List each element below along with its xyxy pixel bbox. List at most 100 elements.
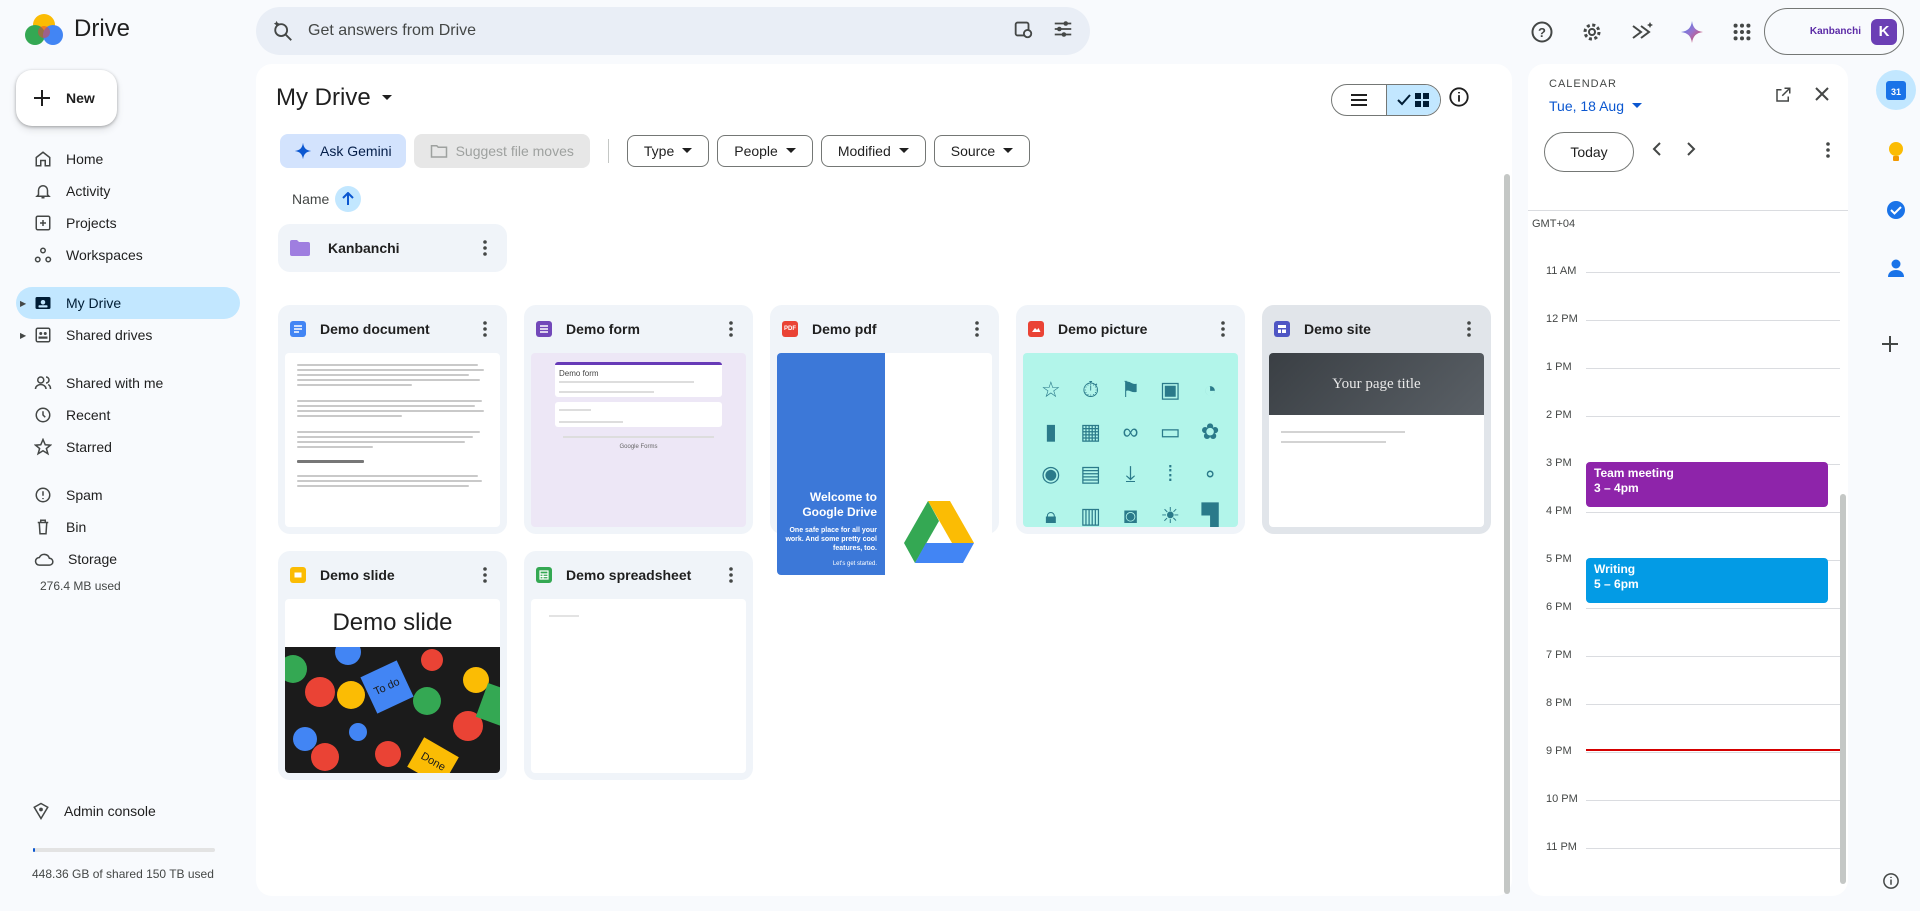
suggest-file-moves-button[interactable]: Suggest file moves: [413, 134, 590, 168]
hour-gridline: [1586, 800, 1840, 801]
close-icon[interactable]: [1814, 86, 1830, 109]
more-vert-icon[interactable]: [475, 321, 495, 337]
expand-caret-icon[interactable]: ▶: [20, 299, 26, 308]
calendar-app-icon[interactable]: 31: [1876, 70, 1916, 110]
tasks-app-icon[interactable]: [1880, 194, 1912, 226]
sidebar-item-shared-with-me[interactable]: Shared with me: [16, 367, 240, 399]
more-vert-icon[interactable]: [1826, 142, 1830, 163]
calendar-scrollbar[interactable]: [1840, 494, 1846, 884]
expand-caret-icon[interactable]: ▶: [20, 331, 26, 340]
more-vert-icon[interactable]: [475, 567, 495, 583]
sidebar-item-storage[interactable]: Storage: [16, 543, 240, 575]
file-thumbnail: ☆ ⏱ ⚑ ▣ ◔ ▮ ▦ ∞ ▭ ✿ ◉ ▤ ⤓ ⁞ ∘ 🔒︎ ▥ ◙ ☀ ▜: [1023, 353, 1238, 527]
ask-gemini-button[interactable]: Ask Gemini: [280, 134, 406, 168]
new-button[interactable]: New: [16, 70, 117, 126]
drive-logo-icon: [25, 14, 63, 45]
palette-icon: ✿: [1200, 419, 1220, 444]
file-name: Demo site: [1304, 321, 1371, 337]
chevron-left-icon[interactable]: [1652, 142, 1662, 161]
star-outline-icon: ☆: [1041, 377, 1061, 402]
search-settings-icon[interactable]: [1012, 18, 1034, 45]
hour-gridline: [1586, 320, 1840, 321]
view-toggle[interactable]: [1331, 84, 1441, 116]
contacts-app-icon[interactable]: [1880, 252, 1912, 284]
account-button[interactable]: Kanbanchi K: [1764, 8, 1904, 55]
filter-people[interactable]: People: [717, 135, 813, 167]
search-input[interactable]: [308, 22, 1012, 40]
main-scrollbar[interactable]: [1504, 174, 1510, 894]
download-icon: ⤓: [1125, 461, 1136, 486]
grid-dots-icon: ⁞: [1167, 461, 1174, 486]
side-panel-info-icon[interactable]: [1882, 872, 1900, 895]
folder-item[interactable]: Kanbanchi: [278, 224, 507, 272]
open-in-new-icon[interactable]: [1774, 86, 1792, 109]
sidebar-item-projects[interactable]: Projects: [16, 207, 240, 239]
file-card-site[interactable]: Demo site Your page title: [1262, 305, 1491, 534]
hour-label: 4 PM: [1546, 505, 1572, 517]
account-circle-icon: ◉: [1041, 461, 1061, 486]
file-name: Demo picture: [1058, 321, 1148, 337]
more-vert-icon[interactable]: [475, 240, 495, 256]
sidebar-item-spam[interactable]: Spam: [16, 479, 240, 511]
hour-gridline: [1586, 272, 1840, 273]
file-card-pdf[interactable]: PDF Demo pdf Welcome to Google Drive One…: [770, 305, 999, 575]
file-card-slide[interactable]: Demo slide Demo slide To do Done: [278, 551, 507, 780]
pdf-thumb-cta: Let's get started.: [832, 561, 877, 567]
sidebar-item-home[interactable]: Home: [16, 143, 240, 175]
file-card-spreadsheet[interactable]: Demo spreadsheet: [524, 551, 753, 780]
gemini-features-icon[interactable]: [1624, 14, 1660, 50]
keep-app-icon[interactable]: [1880, 136, 1912, 168]
camera-icon: ◙: [1123, 503, 1138, 527]
more-vert-icon[interactable]: [721, 321, 741, 337]
filter-modified[interactable]: Modified: [820, 135, 926, 167]
sidebar-item-label: Shared with me: [66, 375, 164, 391]
more-vert-icon[interactable]: [1459, 321, 1479, 337]
more-vert-icon[interactable]: [967, 321, 987, 337]
lock-icon: 🔒︎: [1045, 503, 1057, 527]
settings-gear-icon[interactable]: [1574, 14, 1610, 50]
filter-source[interactable]: Source: [933, 135, 1031, 167]
gemini-icon[interactable]: [1674, 14, 1710, 50]
today-button[interactable]: Today: [1544, 132, 1634, 172]
sidebar-item-shared-drives[interactable]: ▶ Shared drives: [16, 319, 240, 351]
hour-label: 3 PM: [1546, 457, 1572, 469]
flag-icon: ⚑: [1120, 377, 1141, 402]
more-vert-icon[interactable]: [1213, 321, 1233, 337]
filter-type[interactable]: Type: [626, 135, 710, 167]
calendar-event-team-meeting[interactable]: Team meeting 3 – 4pm: [1586, 462, 1828, 507]
file-name: Demo form: [566, 321, 640, 337]
search-filter-icon[interactable]: [1052, 18, 1074, 45]
calendar-date-picker[interactable]: Tue, 18 Aug: [1549, 98, 1642, 114]
more-vert-icon[interactable]: [721, 567, 741, 583]
grid-view-button[interactable]: [1385, 85, 1440, 115]
sidebar-item-starred[interactable]: Starred: [16, 431, 240, 463]
sidebar-item-bin[interactable]: Bin: [16, 511, 240, 543]
sidebar-item-activity[interactable]: Activity: [16, 175, 240, 207]
pdf-thumb-subtext: One safe place for all your work. And so…: [785, 527, 877, 552]
calendar-divider: [1528, 210, 1848, 211]
gemini-spark-icon: [294, 142, 312, 160]
sidebar-item-workspaces[interactable]: Workspaces: [16, 239, 240, 271]
admin-console-link[interactable]: Admin console: [32, 802, 156, 820]
file-card-doc[interactable]: Demo document: [278, 305, 507, 534]
list-view-button[interactable]: [1332, 85, 1386, 115]
svg-text:31: 31: [1891, 87, 1901, 97]
help-icon[interactable]: ?: [1524, 14, 1560, 50]
sidebar-item-recent[interactable]: Recent: [16, 399, 240, 431]
arrow-up-icon[interactable]: [335, 186, 362, 212]
chevron-right-icon[interactable]: [1686, 142, 1696, 161]
calendar-event-writing[interactable]: Writing 5 – 6pm: [1586, 558, 1828, 603]
apps-grid-icon[interactable]: [1724, 14, 1760, 50]
info-icon[interactable]: [1448, 86, 1470, 113]
calendar-date: Tue, 18 Aug: [1549, 98, 1624, 114]
sidebar-item-my-drive[interactable]: ▶ My Drive: [16, 287, 240, 319]
file-card-picture[interactable]: Demo picture ☆ ⏱ ⚑ ▣ ◔ ▮ ▦ ∞ ▭ ✿ ◉ ▤ ⤓ ⁞…: [1016, 305, 1245, 534]
file-card-form[interactable]: Demo form Demo form Google Forms: [524, 305, 753, 534]
calendar-hour-row[interactable]: 11 PM: [1528, 841, 1840, 896]
storage-quota-bar: [33, 848, 215, 852]
page-title[interactable]: My Drive: [276, 84, 393, 112]
search-bar[interactable]: [256, 7, 1090, 55]
drive-logo[interactable]: Drive: [24, 12, 130, 46]
get-addons-plus-icon[interactable]: [1880, 334, 1900, 359]
sort-by-name[interactable]: Name: [292, 186, 362, 212]
